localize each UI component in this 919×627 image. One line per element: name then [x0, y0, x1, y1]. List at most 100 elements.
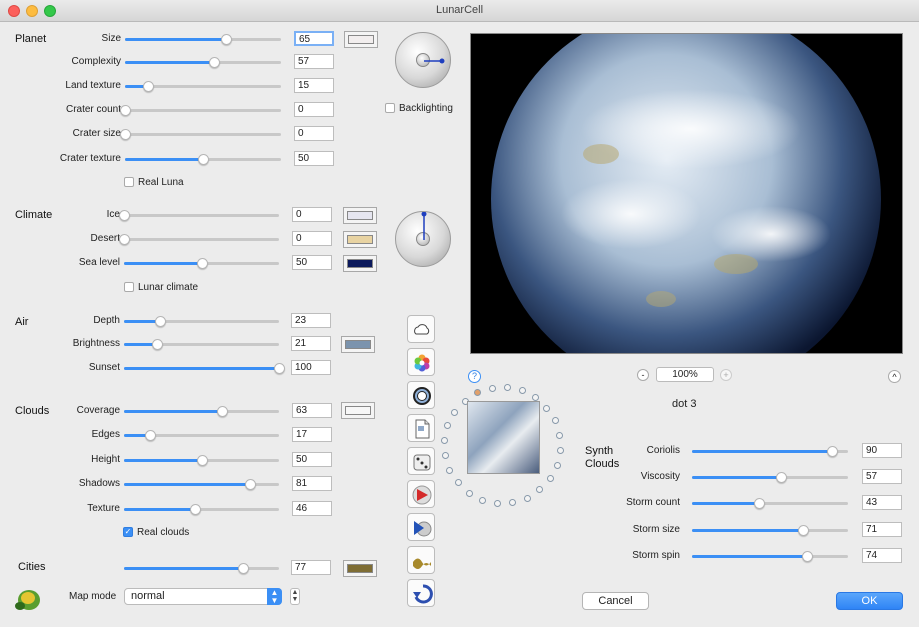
texture-value-field[interactable]: 46: [292, 501, 332, 516]
edges-slider[interactable]: [124, 430, 279, 441]
storm-count-slider-knob[interactable]: [754, 498, 766, 509]
desert-color-swatch[interactable]: [343, 231, 377, 248]
title-bar[interactable]: LunarCell: [0, 0, 919, 22]
storm-size-slider[interactable]: [692, 525, 848, 536]
size-value-field[interactable]: 65: [294, 31, 334, 46]
cities-slider[interactable]: [124, 563, 279, 574]
play-disc-tool-button[interactable]: [407, 513, 435, 541]
coriolis-slider-knob[interactable]: [827, 446, 839, 457]
crater-size-value-field[interactable]: 0: [294, 126, 334, 141]
help-button[interactable]: ?: [468, 370, 481, 383]
viscosity-slider-knob[interactable]: [775, 472, 787, 483]
cloud-preset-dot[interactable]: [479, 496, 487, 504]
clouds-color-swatch[interactable]: [341, 402, 375, 419]
cities-slider-knob[interactable]: [238, 563, 250, 574]
cloud-preset-dot[interactable]: [546, 475, 554, 483]
depth-slider-knob[interactable]: [154, 316, 166, 327]
sea-level-slider-knob[interactable]: [196, 258, 208, 269]
sea-level-slider[interactable]: [124, 258, 279, 269]
edges-slider-knob[interactable]: [145, 430, 157, 441]
cloud-preset-dot[interactable]: [518, 387, 526, 395]
land-texture-slider[interactable]: [125, 81, 281, 92]
cloud-preset-dot[interactable]: [509, 499, 517, 507]
height-slider-knob[interactable]: [196, 455, 208, 466]
light-direction-dial[interactable]: [395, 32, 451, 88]
shadows-value-field[interactable]: 81: [292, 476, 332, 491]
storm-size-slider-knob[interactable]: [797, 525, 809, 536]
height-slider[interactable]: [124, 455, 279, 466]
storm-count-slider[interactable]: [692, 498, 848, 509]
height-value-field[interactable]: 50: [292, 452, 332, 467]
ring-tool-button[interactable]: [407, 381, 435, 409]
cloud-preset-dot[interactable]: [556, 431, 564, 439]
cloud-preset-dot[interactable]: [441, 452, 449, 460]
zoom-level-field[interactable]: 100%: [656, 367, 714, 382]
ice-color-swatch[interactable]: [343, 207, 377, 224]
brightness-slider[interactable]: [124, 339, 279, 350]
brightness-value-field[interactable]: 21: [291, 336, 331, 351]
brightness-slider-knob[interactable]: [151, 339, 163, 350]
coriolis-slider[interactable]: [692, 446, 848, 457]
cloud-preset-dot[interactable]: [465, 489, 473, 497]
ice-slider-knob[interactable]: [119, 210, 130, 221]
crater-count-value-field[interactable]: 0: [294, 102, 334, 117]
shadows-slider-knob[interactable]: [244, 479, 256, 490]
desert-slider[interactable]: [119, 234, 279, 245]
document-tool-button[interactable]: [407, 414, 435, 442]
complexity-slider-knob[interactable]: [208, 57, 220, 68]
cloud-preset-dot[interactable]: [454, 479, 462, 487]
cloud-preset-dot[interactable]: [551, 417, 559, 425]
viscosity-value-field[interactable]: 57: [862, 469, 902, 484]
sea-level-value-field[interactable]: 50: [292, 255, 332, 270]
storm-spin-slider-knob[interactable]: [802, 551, 814, 562]
land-texture-slider-knob[interactable]: [143, 81, 155, 92]
crater-size-slider-knob[interactable]: [120, 129, 131, 140]
edges-value-field[interactable]: 17: [292, 427, 332, 442]
crater-texture-slider-knob[interactable]: [198, 154, 209, 165]
coverage-slider[interactable]: [124, 406, 279, 417]
cloud-preset-dot[interactable]: [543, 404, 551, 412]
red-arrow-tool-button[interactable]: [407, 480, 435, 508]
zoom-in-button[interactable]: +: [720, 369, 732, 381]
desert-value-field[interactable]: 0: [292, 231, 332, 246]
cities-color-swatch[interactable]: [343, 560, 377, 577]
cancel-button[interactable]: Cancel: [582, 592, 649, 610]
sea-level-color-swatch[interactable]: [343, 255, 377, 272]
storm-spin-value-field[interactable]: 74: [862, 548, 902, 563]
expand-button[interactable]: ^: [888, 370, 901, 383]
coverage-value-field[interactable]: 63: [292, 403, 332, 418]
air-color-swatch[interactable]: [341, 336, 375, 353]
coriolis-value-field[interactable]: 90: [862, 443, 902, 458]
depth-slider[interactable]: [124, 316, 279, 327]
land-texture-value-field[interactable]: 15: [294, 78, 334, 93]
planet-preview[interactable]: [470, 33, 903, 354]
complexity-value-field[interactable]: 57: [294, 54, 334, 69]
cloud-preset-dot[interactable]: [441, 436, 449, 444]
crater-texture-value-field[interactable]: 50: [294, 151, 334, 166]
cloud-preset-dot[interactable]: [474, 389, 482, 397]
size-slider-knob[interactable]: [221, 34, 233, 45]
storm-spin-slider[interactable]: [692, 551, 848, 562]
viscosity-slider[interactable]: [692, 472, 848, 483]
cloud-preset-dot[interactable]: [444, 422, 452, 430]
undo-tool-button[interactable]: [407, 579, 435, 607]
cloud-preset-dot[interactable]: [523, 494, 531, 502]
sunset-slider[interactable]: [124, 363, 285, 374]
climate-direction-dial[interactable]: [395, 211, 451, 267]
shadows-slider[interactable]: [124, 479, 279, 490]
depth-value-field[interactable]: 23: [291, 313, 331, 328]
cloud-preset-dot[interactable]: [556, 447, 564, 455]
cloud-texture-thumbnail[interactable]: [467, 401, 540, 474]
real-luna-checkbox[interactable]: [124, 177, 134, 187]
cloud-tool-button[interactable]: [407, 315, 435, 343]
coverage-slider-knob[interactable]: [216, 406, 228, 417]
color-wheel-tool-button[interactable]: [407, 348, 435, 376]
cloud-preset-dot[interactable]: [446, 466, 454, 474]
ice-value-field[interactable]: 0: [292, 207, 332, 222]
planet-color-swatch[interactable]: [344, 31, 378, 48]
crater-size-slider[interactable]: [120, 129, 281, 140]
backlighting-checkbox[interactable]: [385, 103, 395, 113]
dice-tool-button[interactable]: [407, 447, 435, 475]
storm-count-value-field[interactable]: 43: [862, 495, 902, 510]
cloud-preset-dot[interactable]: [536, 486, 544, 494]
